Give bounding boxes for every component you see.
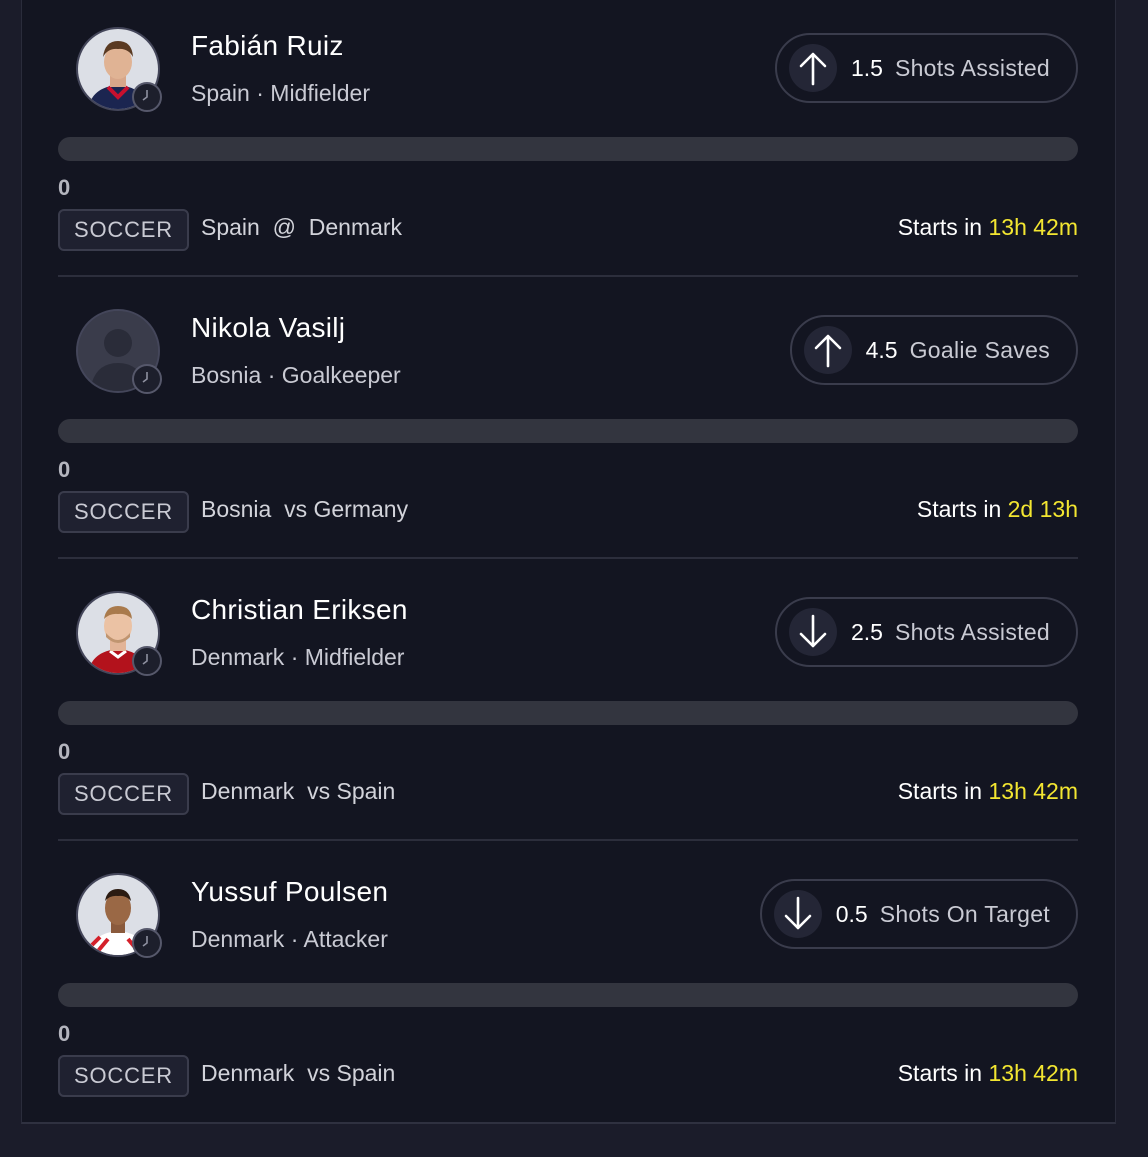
player-name: Fabián Ruiz	[191, 30, 344, 61]
matchup-connector: vs	[284, 496, 308, 522]
pick-button[interactable]: 2.5 Shots Assisted	[774, 597, 1078, 667]
starts-label: Starts in	[897, 214, 983, 240]
progress-bar	[58, 983, 1078, 1007]
sport-badge: SOCCER	[58, 209, 189, 251]
pick-card[interactable]: Yussuf Poulsen Denmark · Attacker 0.5 Sh…	[58, 846, 1078, 1128]
starts-label: Starts in	[897, 778, 983, 804]
matchup-connector: @	[272, 214, 296, 240]
clock-icon	[132, 646, 162, 676]
sport-badge: SOCCER	[58, 773, 189, 815]
arrow-down-icon	[773, 890, 822, 938]
current-value: 0	[58, 175, 71, 200]
matchup-connector: vs	[307, 778, 331, 804]
matchup-connector: vs	[307, 1060, 331, 1086]
player-position: Midfielder	[304, 644, 405, 670]
pick-line: 2.5	[850, 618, 883, 645]
current-value: 0	[58, 457, 71, 482]
matchup: Denmark vs Spain	[201, 1060, 395, 1087]
countdown: 13h 42m	[988, 1060, 1078, 1086]
player-meta: Spain · Midfielder	[191, 80, 370, 107]
meta-separator: ·	[267, 362, 276, 388]
pick-stat: Shots Assisted	[894, 54, 1050, 81]
sport-badge: SOCCER	[58, 491, 189, 533]
player-team: Denmark	[191, 644, 285, 670]
pick-stat: Goalie Saves	[909, 336, 1050, 363]
arrow-up-icon	[788, 44, 837, 92]
player-position: Attacker	[303, 926, 388, 952]
team-b: Spain	[336, 1060, 396, 1086]
progress-bar	[58, 137, 1078, 161]
starts-label: Starts in	[897, 1060, 983, 1086]
divider	[58, 557, 1078, 559]
pick-button[interactable]: 4.5 Goalie Saves	[789, 315, 1078, 385]
pick-button[interactable]: 1.5 Shots Assisted	[774, 33, 1078, 103]
clock-icon	[132, 928, 162, 958]
starts-label: Starts in	[916, 496, 1002, 522]
sport-badge: SOCCER	[58, 1055, 189, 1097]
pick-line: 1.5	[850, 54, 883, 81]
player-team: Bosnia	[191, 362, 262, 388]
divider	[58, 275, 1078, 277]
player-team: Spain	[191, 80, 250, 106]
start-time: Starts in 13h 42m	[898, 778, 1078, 805]
pick-stat: Shots On Target	[879, 900, 1050, 927]
player-team: Denmark	[191, 926, 285, 952]
progress-bar	[58, 701, 1078, 725]
team-b: Germany	[313, 496, 409, 522]
pick-button[interactable]: 0.5 Shots On Target	[759, 879, 1078, 949]
pick-line: 4.5	[865, 336, 898, 363]
countdown: 13h 42m	[988, 778, 1078, 804]
team-a: Denmark	[201, 778, 295, 804]
player-name: Christian Eriksen	[191, 594, 408, 625]
team-b: Denmark	[308, 214, 403, 240]
pick-card[interactable]: Christian Eriksen Denmark · Midfielder 2…	[58, 564, 1078, 846]
player-meta: Denmark · Attacker	[191, 926, 388, 953]
matchup: Spain @ Denmark	[201, 214, 402, 241]
matchup: Denmark vs Spain	[201, 778, 395, 805]
player-meta: Denmark · Midfielder	[191, 644, 404, 671]
team-a: Spain	[201, 214, 260, 240]
player-name: Yussuf Poulsen	[191, 876, 389, 907]
matchup: Bosnia vs Germany	[201, 496, 408, 523]
team-b: Spain	[336, 778, 396, 804]
countdown: 2d 13h	[1007, 496, 1078, 522]
pick-line: 0.5	[835, 900, 868, 927]
divider	[58, 839, 1078, 841]
clock-icon	[132, 82, 162, 112]
clock-icon	[132, 364, 162, 394]
meta-separator: ·	[256, 80, 264, 106]
team-a: Bosnia	[201, 496, 272, 522]
current-value: 0	[58, 739, 71, 764]
start-time: Starts in 13h 42m	[898, 1060, 1078, 1087]
progress-bar	[58, 419, 1078, 443]
start-time: Starts in 13h 42m	[898, 214, 1078, 241]
player-name: Nikola Vasilj	[191, 312, 346, 343]
current-value: 0	[58, 1021, 71, 1046]
player-position: Goalkeeper	[281, 362, 401, 388]
countdown: 13h 42m	[988, 214, 1078, 240]
team-a: Denmark	[201, 1060, 295, 1086]
pick-card[interactable]: Fabián Ruiz Spain · Midfielder 1.5 Shots…	[58, 0, 1078, 282]
meta-separator: ·	[290, 644, 299, 670]
pick-card[interactable]: Nikola Vasilj Bosnia · Goalkeeper 4.5 Go…	[58, 282, 1078, 564]
player-meta: Bosnia · Goalkeeper	[191, 362, 401, 389]
meta-separator: ·	[290, 926, 299, 952]
arrow-down-icon	[788, 608, 837, 656]
player-position: Midfielder	[270, 80, 370, 106]
pick-stat: Shots Assisted	[894, 618, 1050, 645]
arrow-up-icon	[803, 326, 852, 374]
start-time: Starts in 2d 13h	[917, 496, 1078, 523]
